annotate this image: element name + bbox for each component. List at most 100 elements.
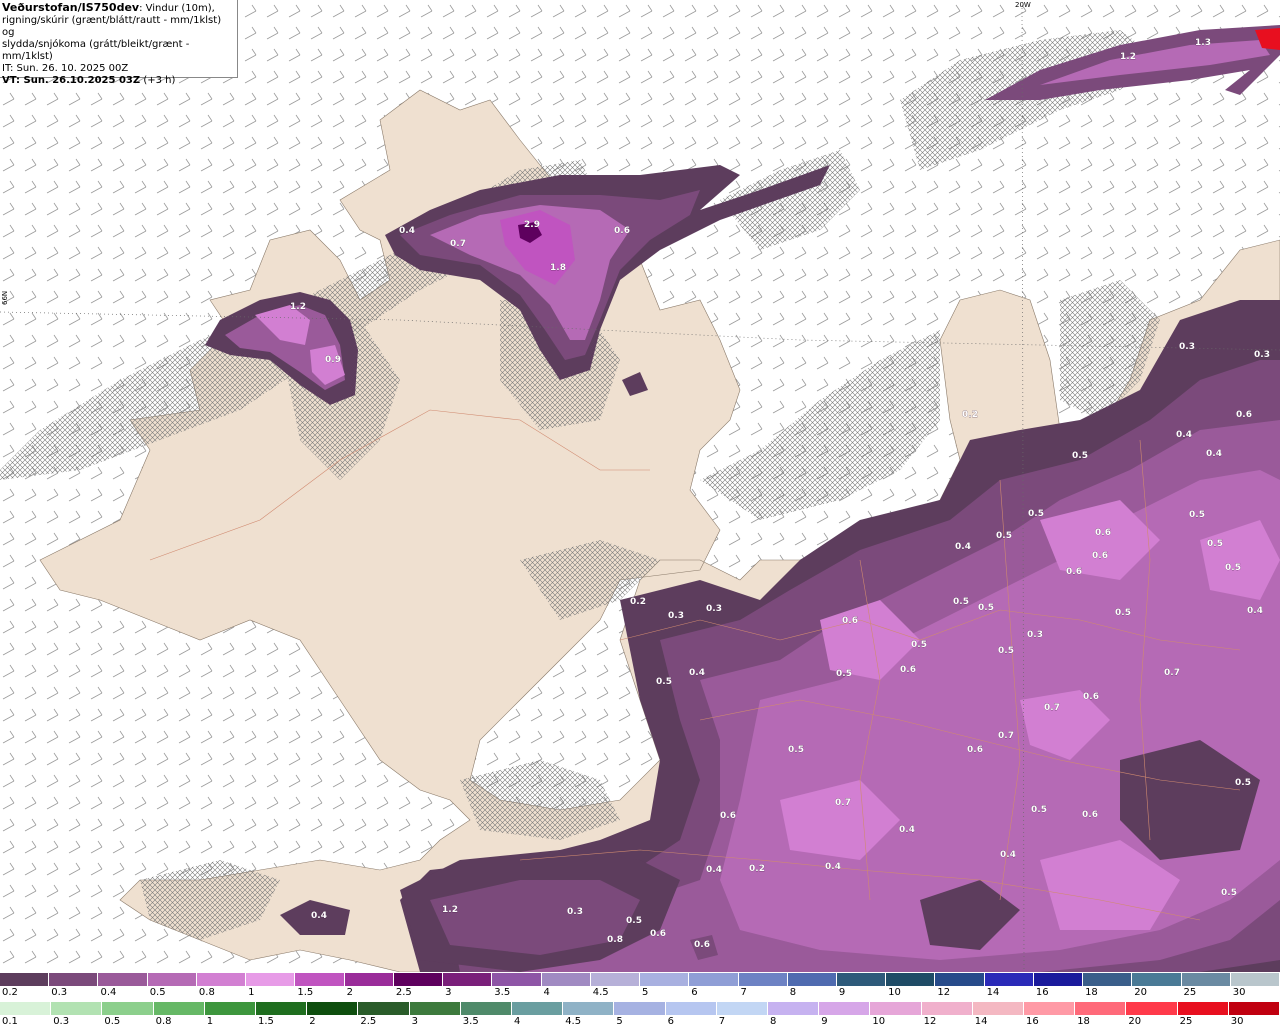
legend-color-swatch — [665, 1002, 717, 1015]
legend-tick-label: 4 — [543, 987, 550, 998]
init-time: IT: Sun. 26. 10. 2025 00Z — [2, 63, 129, 74]
legend-color-swatch — [1075, 1002, 1127, 1015]
precip-value: 0.6 — [900, 665, 916, 675]
precip-value: 0.4 — [955, 542, 971, 552]
legend-color-swatch — [886, 973, 936, 986]
legend-tick-label: 9 — [821, 1016, 828, 1027]
precip-value: 0.2 — [749, 864, 765, 874]
map-title: Veðurstofan/IS750dev — [2, 1, 140, 14]
precip-value: 0.3 — [668, 611, 684, 621]
legend-color-swatch — [153, 1002, 205, 1015]
legend-tick-label: 0.4 — [100, 987, 117, 998]
precip-value: 0.4 — [689, 668, 705, 678]
legend-tick-label: 1.5 — [258, 1016, 274, 1027]
legend-color-swatch — [344, 973, 394, 986]
precip-value: 0.7 — [1164, 668, 1180, 678]
legend-tick-label: 1 — [206, 1016, 214, 1027]
legend-color-swatch — [196, 973, 247, 986]
legend-tick-label: 4 — [514, 1016, 521, 1027]
precip-value: 0.6 — [1066, 567, 1082, 577]
legend-tick-label: 0.8 — [198, 987, 215, 998]
legend-color-swatch — [1230, 973, 1280, 986]
precip-value: 0.5 — [1235, 778, 1251, 788]
legend-tick-label: 4.5 — [592, 987, 609, 998]
legend-color-swatch — [147, 973, 197, 986]
legend-color-swatch — [836, 973, 887, 986]
legend-tick-label: 1 — [248, 987, 255, 998]
legend-color-swatch — [0, 973, 50, 986]
legend-color-swatch — [51, 1002, 103, 1015]
legend-tick-label: 0.3 — [53, 1016, 70, 1027]
precip-value: 0.2 — [630, 597, 646, 607]
legend-tick-label: 1.5 — [297, 987, 314, 998]
precip-value: 0.8 — [607, 935, 623, 945]
precip-value: 0.4 — [825, 862, 841, 872]
precip-value: 0.5 — [1207, 539, 1223, 549]
snow-legend-labels: 0.2 0.3 0.4 0.5 0.8 1 1.5 2 2.5 3 3.5 4 4.5 5 6 7 8 9 10 12… — [0, 987, 1280, 1001]
legend-color-swatch — [256, 1002, 308, 1015]
precip-value: 0.7 — [998, 731, 1014, 741]
precip-value: 0.5 — [978, 603, 994, 613]
precip-value: 0.5 — [836, 669, 852, 679]
legend-tick-label: 2.5 — [360, 1016, 377, 1027]
precip-value: 0.4 — [1206, 449, 1222, 459]
legend-color-swatch — [1228, 1002, 1280, 1015]
legend-color-swatch — [295, 973, 345, 986]
precip-value: 1.2 — [442, 905, 458, 915]
legend-color-swatch — [984, 973, 1034, 986]
legend-color-swatch — [921, 1002, 973, 1015]
valid-time: VT: Sun. 26.10.2025 03Z — [2, 75, 141, 86]
legend-tick-label: 20 — [1128, 1016, 1142, 1027]
legend-color-swatch — [307, 1002, 359, 1015]
legend-tick-label: 3.5 — [494, 987, 511, 998]
precip-value: 0.4 — [706, 865, 722, 875]
valid-time-offset: (+3 h) — [143, 75, 176, 86]
precip-value: 0.5 — [1072, 451, 1088, 461]
precip-value: 0.5 — [1031, 805, 1047, 815]
legend-color-swatch — [460, 1002, 513, 1015]
legend-tick-label: 7 — [718, 1016, 726, 1027]
legend-tick-label: 3 — [411, 1016, 418, 1027]
latitude-label: 66N — [1, 290, 9, 305]
legend-color-swatch — [443, 973, 493, 986]
rain-legend-labels: 0.1 0.3 0.5 0.8 1 1.5 2 2.5 3 3.5 4 4.5 5 6 7 8 9 10 12 14 1… — [0, 1016, 1280, 1030]
legend-color-swatch — [563, 1002, 615, 1015]
legend-color-swatch — [689, 973, 739, 986]
legend-tick-label: 2.5 — [395, 987, 412, 998]
legend-tick-label: 2 — [346, 987, 353, 998]
precip-value: 0.4 — [1247, 606, 1263, 616]
legend-color-swatch — [358, 1002, 410, 1015]
precip-value: 0.5 — [626, 916, 642, 926]
precip-value: 0.5 — [1225, 563, 1241, 573]
title-line-3: slydda/snjókoma (grátt/bleikt/grænt - mm… — [2, 39, 190, 62]
precip-value: 0.3 — [1179, 342, 1195, 352]
legend-color-swatch — [409, 1002, 461, 1015]
legend-tick-label: 8 — [770, 1016, 777, 1027]
legend-color-swatch — [1083, 973, 1133, 986]
precip-value: 0.6 — [1095, 528, 1111, 538]
rain-color-legend — [0, 1002, 1280, 1015]
precip-value: 0.4 — [1176, 430, 1192, 440]
precip-value: 0.7 — [835, 798, 851, 808]
precip-value: 0.4 — [899, 825, 915, 835]
legend-color-swatch — [204, 1002, 257, 1015]
legend-tick-label: 5 — [642, 987, 649, 998]
precip-value: 0.6 — [650, 929, 666, 939]
precip-value: 0.3 — [1254, 350, 1270, 360]
legend-color-swatch — [393, 973, 444, 986]
legend-color-swatch — [102, 1002, 154, 1015]
legend-tick-label: 30 — [1230, 1016, 1244, 1027]
precip-value: 0.6 — [967, 745, 983, 755]
legend-color-swatch — [512, 1002, 564, 1015]
precip-value: 0.6 — [1236, 410, 1252, 420]
legend-tick-label: 0.5 — [104, 1016, 121, 1027]
legend-tick-label: 0.8 — [155, 1016, 172, 1027]
legend-color-swatch — [614, 1002, 666, 1015]
legend-tick-label: 6 — [667, 1016, 674, 1027]
precip-value: 0.4 — [311, 911, 327, 921]
legend-color-swatch — [492, 973, 542, 986]
legend-tick-label: 18 — [1077, 1016, 1090, 1027]
legend-color-swatch — [738, 973, 788, 986]
legend-tick-label: 20 — [1134, 987, 1148, 998]
legend-color-swatch — [935, 973, 985, 986]
